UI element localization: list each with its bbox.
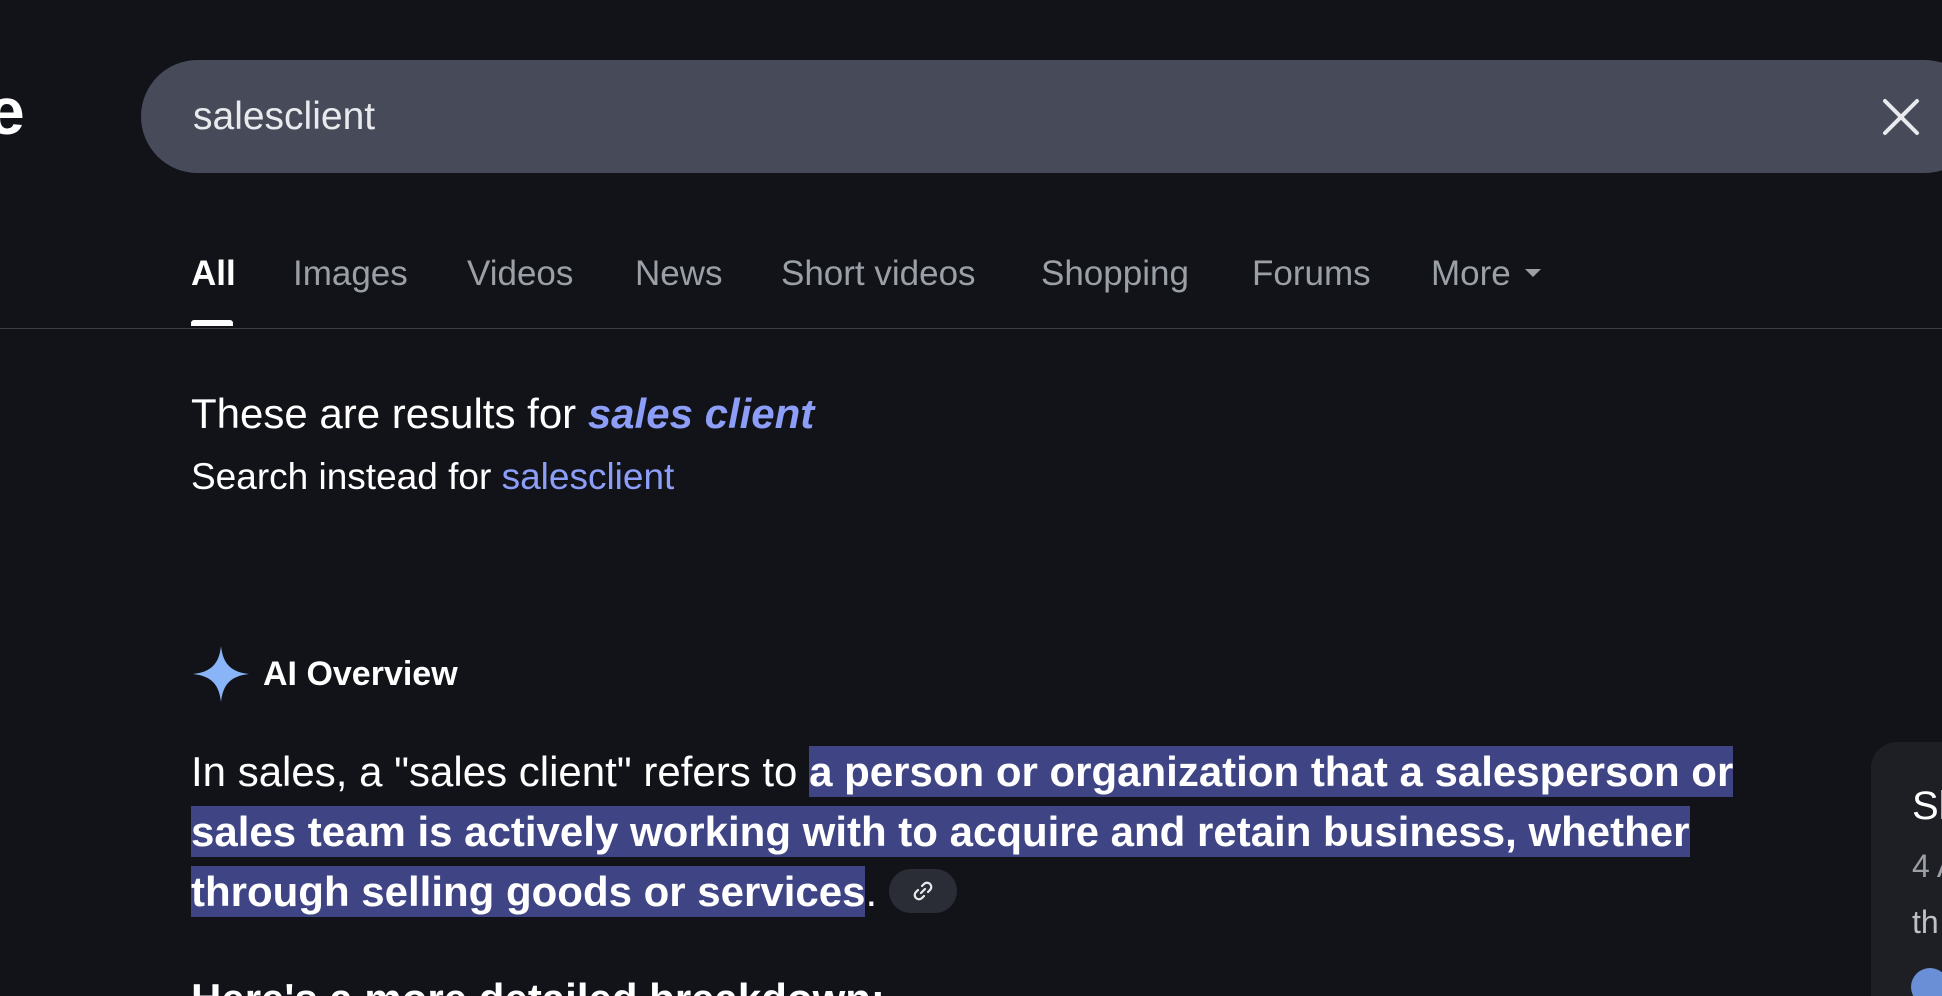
source-card[interactable]: Sh 4 A th	[1871, 742, 1942, 996]
caret-down-icon	[1524, 268, 1541, 277]
corrected-query-link[interactable]: sales client	[588, 390, 814, 437]
search-input[interactable]	[193, 60, 1793, 173]
source-link-button[interactable]	[889, 868, 958, 913]
ai-overview-title: AI Overview	[263, 654, 458, 693]
spelling-notice: These are results for sales client	[191, 390, 814, 438]
ai-overview-text: In sales, a "sales client" refers to a p…	[191, 742, 1751, 922]
spelling-correction: These are results for sales client Searc…	[191, 390, 814, 498]
search-bar[interactable]	[141, 60, 1942, 173]
clear-search-button[interactable]	[1872, 88, 1930, 146]
spelling-prefix: These are results for	[191, 390, 588, 437]
tab-all[interactable]: All	[191, 254, 236, 294]
source-favicon-icon	[1911, 968, 1942, 996]
active-tab-indicator	[191, 320, 233, 326]
original-query-link[interactable]: salesclient	[502, 456, 675, 497]
ai-overview-subheading: Here's a more detailed breakdown:	[191, 975, 885, 996]
search-instead-prefix: Search instead for	[191, 456, 502, 497]
tab-videos[interactable]: Videos	[467, 254, 573, 294]
tab-news[interactable]: News	[635, 254, 723, 294]
tab-images[interactable]: Images	[293, 254, 408, 294]
source-card-snippet: th	[1912, 904, 1939, 940]
logo[interactable]: e	[0, 78, 25, 144]
source-card-title: Sh	[1912, 784, 1942, 828]
ai-text-after: .	[865, 868, 878, 915]
search-results-page: e All Images Videos News Short videos Sh…	[0, 0, 1942, 996]
ai-text-before: In sales, a "sales client" refers to	[191, 748, 810, 795]
search-tabs: All Images Videos News Short videos Shop…	[0, 234, 1942, 329]
tab-forums[interactable]: Forums	[1252, 254, 1371, 294]
ai-overview-header: AI Overview	[191, 644, 458, 704]
tab-more[interactable]: More	[1431, 254, 1541, 294]
link-icon	[913, 881, 933, 901]
tab-shopping[interactable]: Shopping	[1041, 254, 1189, 294]
source-card-meta: 4 A	[1912, 848, 1942, 884]
search-instead-notice: Search instead for salesclient	[191, 456, 814, 498]
tab-short-videos[interactable]: Short videos	[781, 254, 976, 294]
tab-more-label: More	[1431, 254, 1511, 293]
sparkle-icon	[193, 646, 249, 702]
close-icon	[1883, 99, 1919, 135]
